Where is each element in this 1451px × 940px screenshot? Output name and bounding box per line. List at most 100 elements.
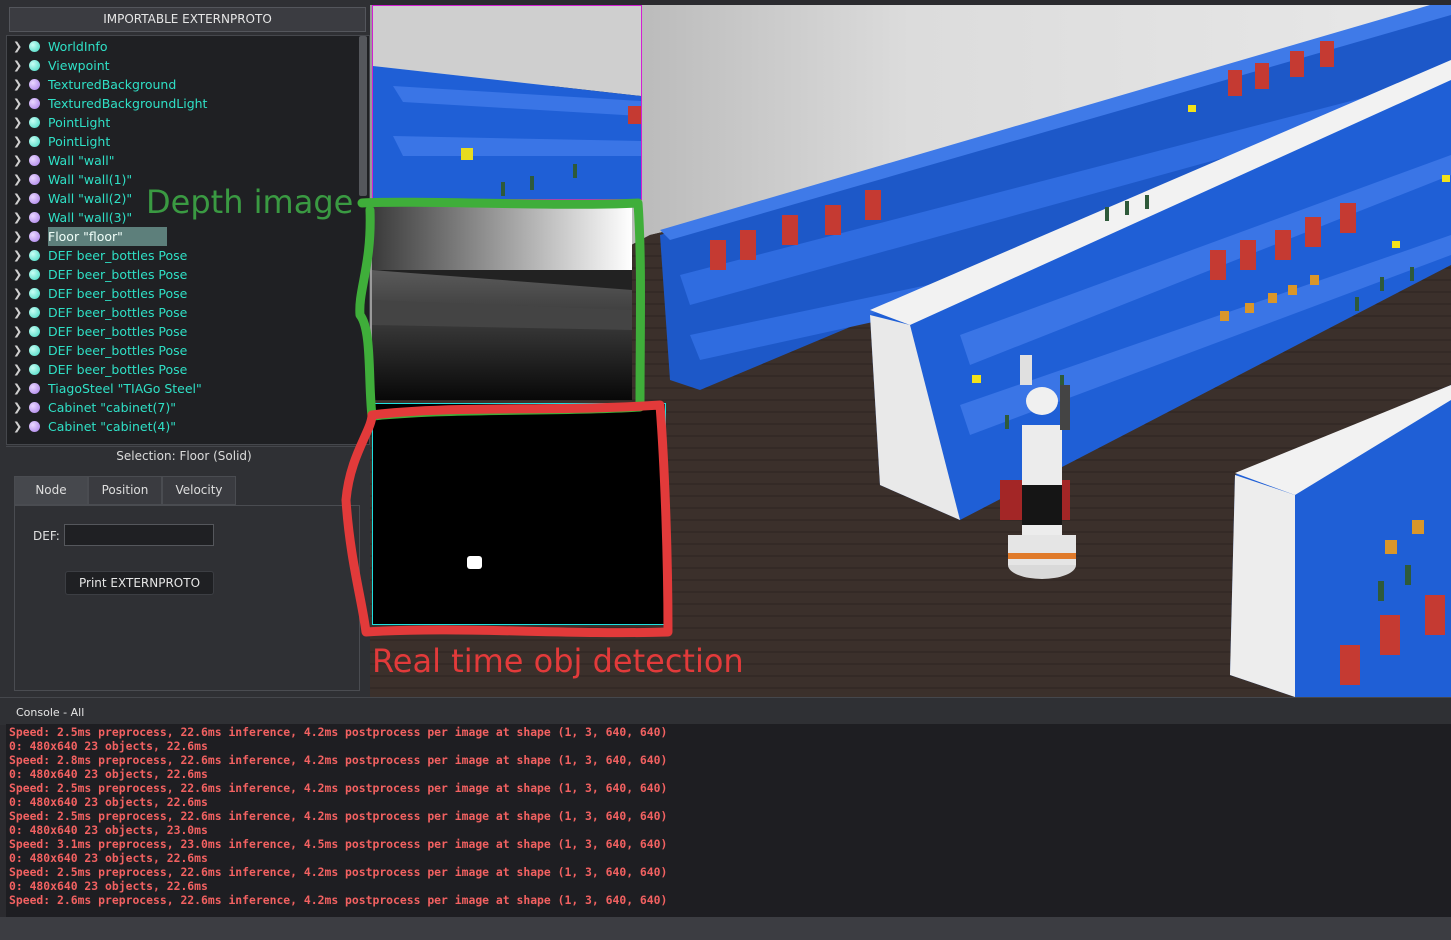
selection-title: Selection: Floor (Solid) — [116, 449, 252, 463]
print-externproto-button[interactable]: Print EXTERNPROTO — [65, 571, 214, 595]
scene-tree-item[interactable]: ❯ Floor "floor" — [7, 227, 357, 246]
node-type-icon — [29, 326, 40, 337]
scene-tree-item[interactable]: ❯ Wall "wall" — [7, 151, 357, 170]
node-type-icon — [29, 364, 40, 375]
expand-arrow-icon[interactable]: ❯ — [13, 227, 22, 246]
console-line: 0: 480x640 23 objects, 23.0ms — [9, 823, 208, 837]
scene-tree-item[interactable]: ❯ PointLight — [7, 113, 357, 132]
scene-tree-item-label: TexturedBackground — [48, 77, 177, 92]
expand-arrow-icon[interactable]: ❯ — [13, 170, 22, 189]
expand-arrow-icon[interactable]: ❯ — [13, 379, 22, 398]
scene-tree-item[interactable]: ❯ DEF beer_bottles Pose — [7, 284, 357, 303]
scene-tree-item-label: DEF beer_bottles Pose — [48, 343, 188, 358]
node-type-icon — [29, 193, 40, 204]
scene-tree-item-label: DEF beer_bottles Pose — [48, 362, 188, 377]
scene-tree-item-label: WorldInfo — [48, 39, 108, 54]
node-type-icon — [29, 231, 40, 242]
selection-panel: Selection: Floor (Solid) Node Position V… — [6, 446, 362, 693]
object-detection-view — [372, 403, 666, 625]
node-type-icon — [29, 136, 40, 147]
expand-arrow-icon[interactable]: ❯ — [13, 341, 22, 360]
console-line: Speed: 2.8ms preprocess, 22.6ms inferenc… — [9, 753, 668, 767]
scene-tree-item-label: Wall "wall(1)" — [48, 172, 133, 187]
scene-tree-item-label: DEF beer_bottles Pose — [48, 248, 188, 263]
scene-tree-item[interactable]: ❯ DEF beer_bottles Pose — [7, 303, 357, 322]
expand-arrow-icon[interactable]: ❯ — [13, 113, 22, 132]
scene-tree-item[interactable]: ❯ TexturedBackgroundLight — [7, 94, 357, 113]
scene-tree[interactable]: ❯ WorldInfo ❯ Viewpoint ❯ TexturedBackground ❯… — [6, 35, 370, 445]
node-type-icon — [29, 60, 40, 71]
console-line: 0: 480x640 23 objects, 22.6ms — [9, 851, 208, 865]
console-line: 0: 480x640 23 objects, 22.6ms — [9, 767, 208, 781]
expand-arrow-icon[interactable]: ❯ — [13, 246, 22, 265]
scene-tree-item[interactable]: ❯ DEF beer_bottles Pose — [7, 341, 357, 360]
expand-arrow-icon[interactable]: ❯ — [13, 398, 22, 417]
scene-tree-item-label: DEF beer_bottles Pose — [48, 267, 188, 282]
scene-tree-item-label: DEF beer_bottles Pose — [48, 324, 188, 339]
importable-externproto-button[interactable]: IMPORTABLE EXTERNPROTO — [9, 7, 366, 32]
scene-tree-item[interactable]: ❯ WorldInfo — [7, 37, 357, 56]
node-type-icon — [29, 41, 40, 52]
node-type-icon — [29, 402, 40, 413]
console-line: 0: 480x640 23 objects, 22.6ms — [9, 739, 208, 753]
scene-tree-item-label: Viewpoint — [48, 58, 110, 73]
node-type-icon — [29, 174, 40, 185]
scene-tree-item[interactable]: ❯ Cabinet "cabinet(4)" — [7, 417, 357, 436]
console-line: 0: 480x640 23 objects, 22.6ms — [9, 879, 208, 893]
node-type-icon — [29, 117, 40, 128]
def-input[interactable] — [64, 524, 214, 546]
scene-tree-item[interactable]: ❯ DEF beer_bottles Pose — [7, 265, 357, 284]
scene-tree-item[interactable]: ❯ Viewpoint — [7, 56, 357, 75]
expand-arrow-icon[interactable]: ❯ — [13, 265, 22, 284]
expand-arrow-icon[interactable]: ❯ — [13, 75, 22, 94]
node-type-icon — [29, 288, 40, 299]
node-type-icon — [29, 307, 40, 318]
node-type-icon — [29, 383, 40, 394]
node-tab-panel: DEF: Print EXTERNPROTO — [14, 505, 360, 691]
expand-arrow-icon[interactable]: ❯ — [13, 284, 22, 303]
console-title[interactable]: Console - All — [16, 706, 84, 719]
expand-arrow-icon[interactable]: ❯ — [13, 417, 22, 436]
status-bar — [0, 917, 1451, 940]
tab-node[interactable]: Node — [14, 476, 88, 505]
scene-tree-scrollbar[interactable] — [359, 36, 367, 196]
scene-tree-item-label: Wall "wall(2)" — [48, 191, 133, 206]
scene-tree-item[interactable]: ❯ DEF beer_bottles Pose — [7, 246, 357, 265]
expand-arrow-icon[interactable]: ❯ — [13, 37, 22, 56]
scene-tree-item[interactable]: ❯ PointLight — [7, 132, 357, 151]
console-line: Speed: 2.6ms preprocess, 22.6ms inferenc… — [9, 893, 668, 907]
expand-arrow-icon[interactable]: ❯ — [13, 189, 22, 208]
expand-arrow-icon[interactable]: ❯ — [13, 151, 22, 170]
node-type-icon — [29, 98, 40, 109]
console-line: Speed: 2.5ms preprocess, 22.6ms inferenc… — [9, 865, 668, 879]
console-line: Speed: 2.5ms preprocess, 22.6ms inferenc… — [9, 809, 668, 823]
scene-tree-item-label: Wall "wall(3)" — [48, 210, 133, 225]
scene-tree-item-label: PointLight — [48, 115, 111, 130]
node-type-icon — [29, 345, 40, 356]
expand-arrow-icon[interactable]: ❯ — [13, 208, 22, 227]
expand-arrow-icon[interactable]: ❯ — [13, 132, 22, 151]
expand-arrow-icon[interactable]: ❯ — [13, 56, 22, 75]
expand-arrow-icon[interactable]: ❯ — [13, 94, 22, 113]
console-header: Console - All — [0, 697, 1451, 725]
expand-arrow-icon[interactable]: ❯ — [13, 303, 22, 322]
tab-velocity[interactable]: Velocity — [162, 476, 236, 505]
scene-tree-item-label: DEF beer_bottles Pose — [48, 286, 188, 301]
scene-tree-item[interactable]: ❯ Cabinet "cabinet(7)" — [7, 398, 357, 417]
tab-position[interactable]: Position — [88, 476, 162, 505]
scene-tree-item-label: TiagoSteel "TIAGo Steel" — [48, 381, 202, 396]
scene-tree-item-label: Cabinet "cabinet(7)" — [48, 400, 176, 415]
scene-tree-item[interactable]: ❯ DEF beer_bottles Pose — [7, 360, 357, 379]
scene-tree-item[interactable]: ❯ TiagoSteel "TIAGo Steel" — [7, 379, 357, 398]
expand-arrow-icon[interactable]: ❯ — [13, 322, 22, 341]
scene-tree-item-label: PointLight — [48, 134, 111, 149]
scene-tree-item-label: Floor "floor" — [48, 227, 167, 246]
scene-tree-item-label: TexturedBackgroundLight — [48, 96, 208, 111]
expand-arrow-icon[interactable]: ❯ — [13, 360, 22, 379]
scene-tree-item[interactable]: ❯ TexturedBackground — [7, 75, 357, 94]
console-line: Speed: 2.5ms preprocess, 22.6ms inferenc… — [9, 725, 668, 739]
scene-tree-item-label: Wall "wall" — [48, 153, 115, 168]
node-type-icon — [29, 250, 40, 261]
console-output[interactable]: Speed: 2.5ms preprocess, 22.6ms inferenc… — [6, 724, 1451, 917]
scene-tree-item[interactable]: ❯ DEF beer_bottles Pose — [7, 322, 357, 341]
